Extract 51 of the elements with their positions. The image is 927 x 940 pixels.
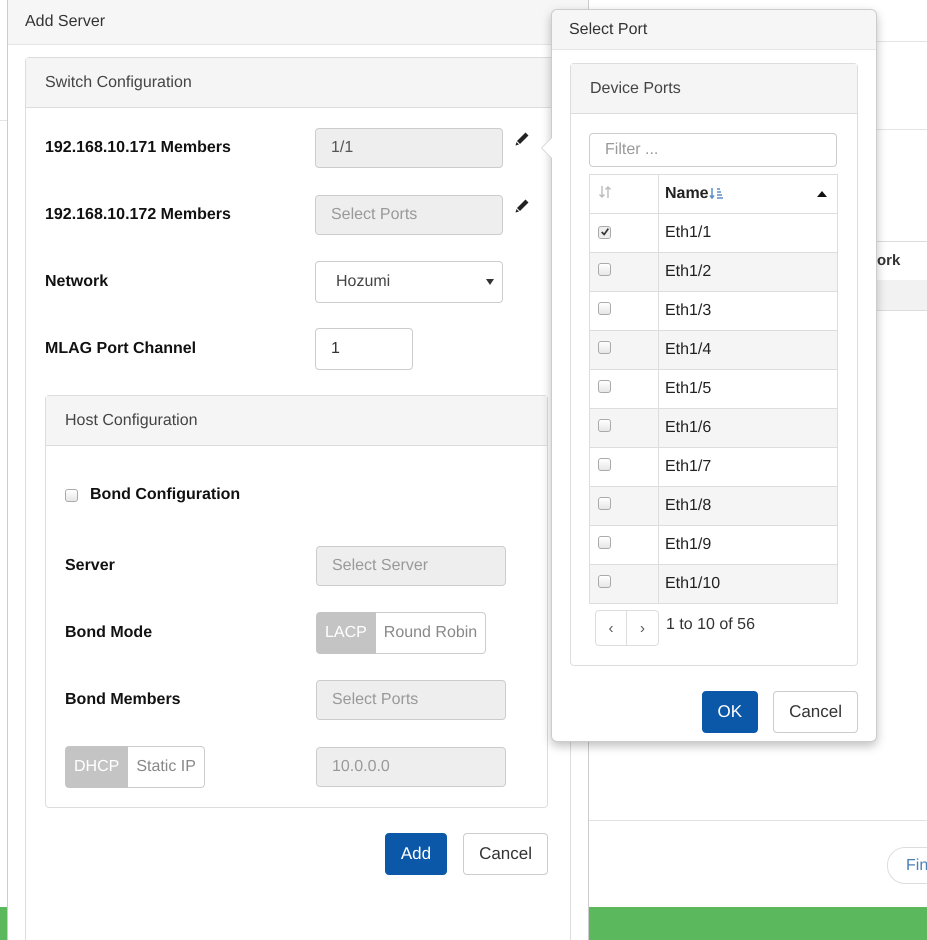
port-channel-input[interactable]: 1 [315,328,413,370]
field-label: 192.168.10.172 Members [45,206,232,224]
ok-button[interactable]: OK [702,691,758,733]
table-cell: Eth1/10 [658,564,838,604]
panel-title: Device Ports [590,80,681,98]
network-select[interactable]: Hozumi [315,261,503,303]
field-label: Bond Mode [65,624,154,642]
cancel-button[interactable]: Cancel [463,833,548,875]
next-page-button[interactable]: › [627,610,659,646]
cancel-button[interactable]: Cancel [773,691,858,733]
previous-page-button[interactable]: ‹ [595,610,627,646]
row-checkbox[interactable] [598,380,611,393]
column-header[interactable]: Name [658,174,838,214]
dialog-title: Add Server [25,13,106,31]
caret-up-icon [817,191,827,197]
ports-field[interactable]: 1/1 [315,128,503,168]
field-label: Network [45,273,110,291]
field-label: 192.168.10.171 Members [45,139,232,157]
row-checkbox[interactable] [598,458,611,471]
pencil-icon[interactable] [514,198,530,214]
sort-icon[interactable] [598,184,612,200]
field-label: Server [65,557,116,575]
page-summary: 1 to 10 of 56 [666,616,755,634]
row-checkbox[interactable] [598,575,611,588]
find-button[interactable]: Fin [887,847,927,884]
row-checkbox[interactable] [598,497,611,510]
popover-title: Select Port [569,20,648,38]
pencil-icon[interactable] [514,131,530,147]
table-cell: Eth1/6 [658,408,838,448]
bond-checkbox[interactable] [65,488,78,502]
table-row [877,280,927,311]
field-label: Bond Members [65,691,182,709]
row-checkbox[interactable] [598,302,611,315]
table-cell: Eth1/2 [658,252,838,292]
row-checkbox[interactable] [598,263,611,276]
dropdown-caret-icon [486,279,494,285]
row-checkbox[interactable] [598,419,611,432]
row-checkbox[interactable] [598,226,611,238]
ip-mode-toggle[interactable]: Static IP [128,746,205,788]
table-cell: Eth1/4 [658,330,838,370]
checkbox-label: Bond Configuration [90,486,240,504]
sort-icon [708,187,723,201]
table-cell: Eth1/8 [658,486,838,526]
filter-input[interactable]: Filter ... [589,133,837,167]
field-label: MLAG Port Channel [45,340,198,358]
add-button[interactable]: Add [384,833,448,875]
panel-title: Switch Configuration [45,74,192,92]
row-checkbox[interactable] [598,341,611,354]
bond-mode-toggle[interactable]: Round Robin [376,612,486,654]
panel-title: Host Configuration [65,412,198,430]
row-checkbox[interactable] [598,536,611,549]
